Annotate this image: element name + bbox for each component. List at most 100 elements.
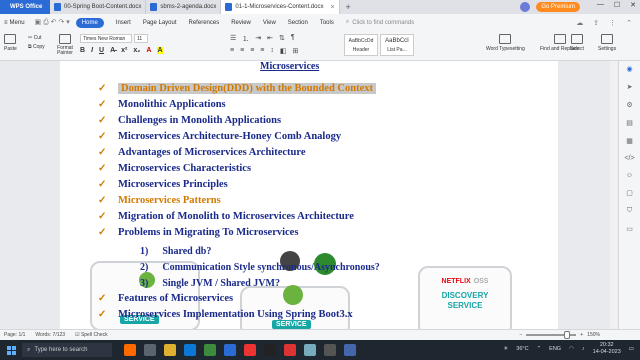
align-right-icon[interactable]: ≡ <box>250 47 254 55</box>
clock[interactable]: 20:32 14-04-2023 <box>593 342 621 356</box>
app-tab-wps[interactable]: WPS Office <box>0 0 50 14</box>
more-icon[interactable]: ⋮ <box>609 19 616 27</box>
taskbar-search[interactable]: ⌕ Type here to search <box>22 343 112 357</box>
bullet-list-icon[interactable]: ☰ <box>230 34 236 44</box>
tab-view[interactable]: View <box>263 20 276 26</box>
table-icon[interactable]: ▦ <box>626 137 633 145</box>
wps-icon[interactable] <box>284 344 296 356</box>
list-item[interactable]: ✓ Microservices Characteristics <box>98 163 251 174</box>
close-icon[interactable]: × <box>330 4 334 11</box>
zoom-knob[interactable] <box>564 331 571 339</box>
go-premium-button[interactable]: Go Premium <box>536 2 580 12</box>
list-item[interactable]: ✓ Problems in Migrating To Microservices <box>98 227 298 238</box>
new-tab-button[interactable]: + <box>340 2 357 12</box>
tab-home[interactable]: Home <box>75 17 104 28</box>
indent-icon[interactable]: ⇥ <box>255 34 261 44</box>
list-item[interactable]: ✓ Microservices Implementation Using Spri… <box>98 309 353 320</box>
share-icon[interactable]: ⇪ <box>593 19 599 27</box>
borders-icon[interactable]: ⊞ <box>293 47 299 55</box>
cursor-icon[interactable]: ➤ <box>627 83 633 91</box>
page-indicator[interactable]: Page: 1/1 <box>4 332 25 338</box>
style-header[interactable]: AaBbCcDd Header <box>344 34 378 56</box>
line-spacing-icon[interactable]: ↕ <box>270 47 274 55</box>
bold-button[interactable]: B <box>80 47 85 54</box>
underline-button[interactable]: U <box>99 47 104 54</box>
format-painter-button[interactable]: Format Painter <box>54 34 76 56</box>
chat-icon[interactable]: ▭ <box>626 225 633 233</box>
quick-access-icons[interactable]: ▣ ⎙ ↶ ↷ ▾ <box>35 18 70 27</box>
settings-button[interactable]: Settings <box>598 34 616 52</box>
zoom-slider[interactable] <box>526 331 577 339</box>
folder-icon[interactable] <box>164 344 176 356</box>
copy-button[interactable]: ⧉ Copy <box>28 44 45 50</box>
zoom-level[interactable]: 150% <box>587 332 600 338</box>
list-item[interactable]: ✓ Microservices Principles <box>98 179 228 190</box>
app-icon[interactable] <box>324 344 336 356</box>
sub-list-item[interactable]: 2) Communication Style synchronous/Asynch… <box>140 262 380 273</box>
word-typesetting-button[interactable]: Word Typesetting <box>486 34 525 52</box>
font-family-select[interactable]: Times New Roman <box>80 34 132 43</box>
close-window-icon[interactable]: ✕ <box>630 1 636 9</box>
doc-tab-microservices[interactable]: 01-1-Microservices-Content.docx × <box>221 0 340 14</box>
sub-list-item[interactable]: 1) Shared db? <box>140 246 211 257</box>
tab-section[interactable]: Section <box>288 20 308 26</box>
font-size-select[interactable]: 11 <box>134 34 148 43</box>
avatar[interactable] <box>520 2 530 12</box>
zoom-out-icon[interactable]: − <box>519 332 522 338</box>
doc-tab-spring-boot[interactable]: 00-Spring Boot-Content.docx <box>50 0 147 14</box>
adjust-icon[interactable]: ⚙ <box>626 101 632 109</box>
volume-icon[interactable]: ♪ <box>582 346 585 352</box>
strikethrough-icon[interactable]: A̶ <box>110 47 115 54</box>
vscode-icon[interactable] <box>224 344 236 356</box>
list-item[interactable]: ✓ Microservices Architecture-Honey Comb A… <box>98 131 341 142</box>
list-item[interactable]: ✓ Features of Microservices <box>98 293 233 304</box>
list-item[interactable]: ✓ Microservices Patterns <box>98 195 221 206</box>
language-indicator[interactable]: ENG <box>549 346 561 352</box>
layers-icon[interactable]: ▤ <box>626 119 633 127</box>
tab-references[interactable]: References <box>189 20 220 26</box>
people-icon[interactable]: ☺ <box>626 172 633 179</box>
list-item[interactable]: ✓ Monolithic Applications <box>98 99 226 110</box>
list-item[interactable]: ✓ Migration of Monolith to Microservices … <box>98 211 354 222</box>
superscript-icon[interactable]: x² <box>121 47 127 54</box>
list-item[interactable]: ✓ Challenges in Monolith Applications <box>98 115 281 126</box>
italic-button[interactable]: I <box>91 47 93 54</box>
wifi-icon[interactable]: ◠ <box>569 346 574 352</box>
font-color-icon[interactable]: A <box>146 47 151 54</box>
tab-review[interactable]: Review <box>231 20 251 26</box>
command-search[interactable]: ⌕ Click to find commands <box>346 19 414 26</box>
tab-page-layout[interactable]: Page Layout <box>143 20 177 26</box>
tray-arrow-icon[interactable]: ⌃ <box>537 346 542 352</box>
align-center-icon[interactable]: ≡ <box>240 47 244 55</box>
justify-icon[interactable]: ≡ <box>260 47 264 55</box>
shield-icon[interactable]: ⛉ <box>627 207 632 215</box>
sub-list-item[interactable]: 3) Single JVM / Shared JVM? <box>140 278 280 289</box>
edge-icon[interactable] <box>184 344 196 356</box>
spell-check-toggle[interactable]: ☑ Spell Check <box>75 332 108 338</box>
chrome-icon[interactable] <box>244 344 256 356</box>
select-button[interactable]: Select <box>570 34 584 52</box>
app-icon[interactable] <box>124 344 136 356</box>
shading-icon[interactable]: ◧ <box>280 47 287 55</box>
highlight-icon[interactable]: A <box>157 47 163 54</box>
list-item[interactable]: ✓ Domain Driven Design(DDD) with the Boun… <box>98 83 377 94</box>
minimize-icon[interactable]: — <box>597 1 604 9</box>
word-count[interactable]: Words: 7/123 <box>35 332 65 338</box>
code-icon[interactable]: </> <box>624 155 634 162</box>
box-icon[interactable]: ▢ <box>626 189 633 197</box>
style-list-paragraph[interactable]: AaBbCcI List Pa... <box>380 34 414 56</box>
location-icon[interactable]: ◉ <box>626 65 632 73</box>
app-icon[interactable] <box>304 344 316 356</box>
app-icon[interactable] <box>344 344 356 356</box>
zoom-in-icon[interactable]: + <box>580 332 583 338</box>
subscript-icon[interactable]: x₂ <box>133 47 140 54</box>
weather-icon[interactable]: ☀ <box>503 346 508 352</box>
doc-tab-agenda[interactable]: sbms-2-agenda.docx <box>146 0 222 14</box>
start-button[interactable] <box>0 340 22 360</box>
app-icon[interactable] <box>264 344 276 356</box>
cloud-icon[interactable]: ☁ <box>576 19 583 27</box>
paste-button[interactable]: Paste <box>4 34 17 52</box>
numbered-list-icon[interactable]: ⒈ <box>242 34 249 44</box>
maximize-icon[interactable]: ☐ <box>614 1 620 9</box>
cut-button[interactable]: ✂ Cut <box>28 35 45 41</box>
